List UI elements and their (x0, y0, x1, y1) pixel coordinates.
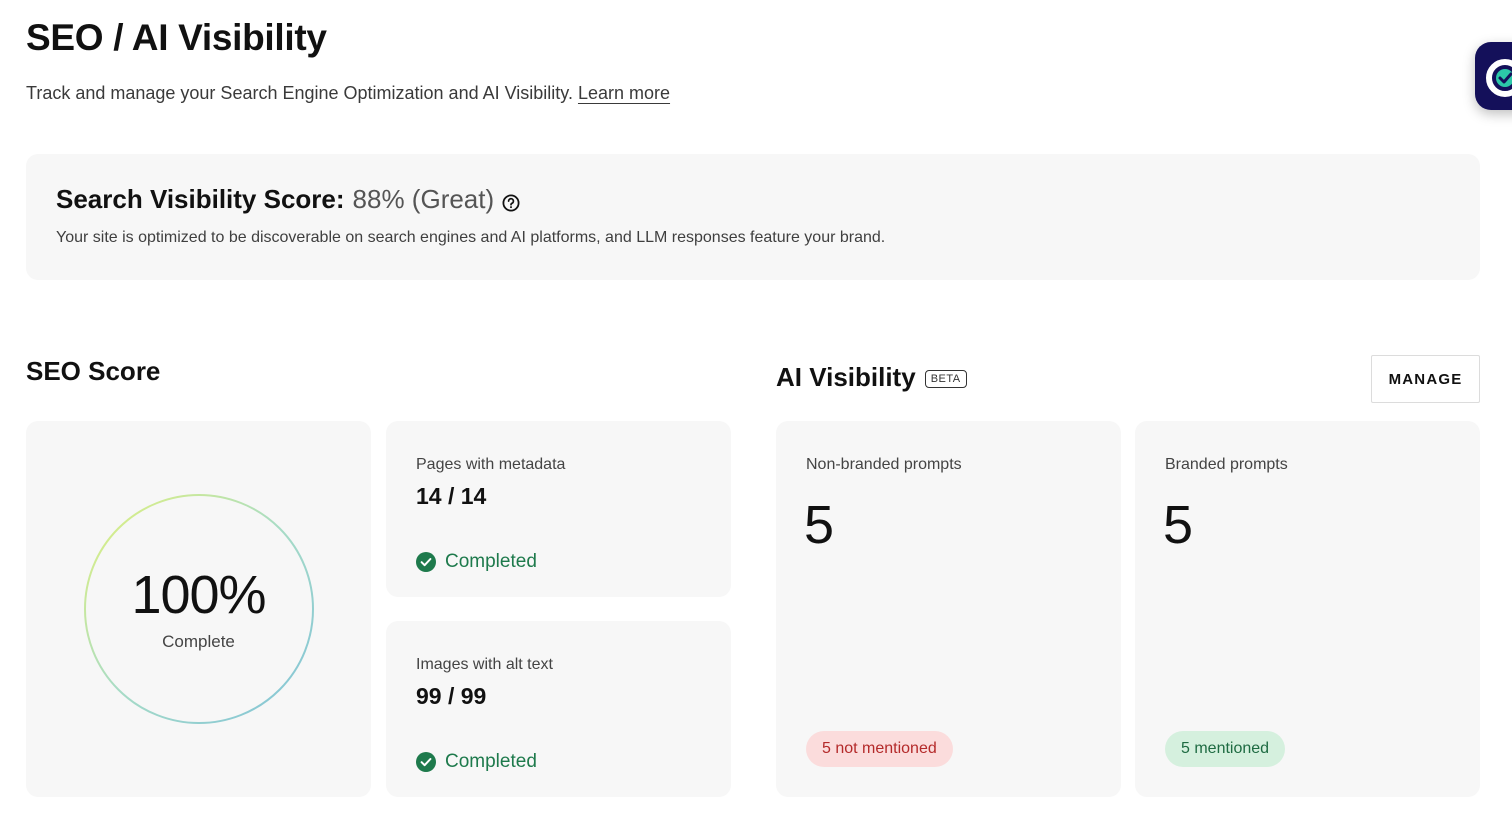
seo-score-card: 100% Complete (26, 421, 371, 797)
metadata-value: 14 / 14 (416, 483, 487, 509)
branded-prompts-card: Branded prompts 5 5 mentioned (1135, 421, 1480, 797)
metadata-status: Completed (416, 551, 537, 573)
learn-more-link[interactable]: Learn more (578, 83, 670, 103)
seo-score-value: 100% (131, 565, 266, 625)
branded-prompts-label: Branded prompts (1165, 456, 1288, 473)
alt-text-value: 99 / 99 (416, 683, 487, 709)
branded-prompts-count: 5 (1163, 495, 1194, 555)
ai-visibility-title-text: AI Visibility (776, 362, 916, 392)
metadata-card: Pages with metadata 14 / 14 Completed (386, 421, 731, 597)
non-branded-prompts-card: Non-branded prompts 5 5 not mentioned (776, 421, 1121, 797)
manage-button[interactable]: MANAGE (1371, 355, 1480, 403)
metadata-status-text: Completed (445, 551, 537, 572)
not-mentioned-badge: 5 not mentioned (806, 731, 953, 767)
help-widget-icon (1486, 59, 1512, 97)
help-circle-icon[interactable] (502, 186, 520, 212)
mentioned-badge: 5 mentioned (1165, 731, 1286, 767)
metadata-label: Pages with metadata (416, 456, 566, 473)
search-visibility-heading: Search Visibility Score: 88% (Great) (56, 182, 520, 216)
check-circle-icon (416, 552, 436, 572)
search-visibility-description: Your site is optimized to be discoverabl… (56, 229, 886, 246)
alt-text-status: Completed (416, 751, 537, 773)
non-branded-prompts-label: Non-branded prompts (806, 456, 962, 473)
ai-visibility-title: AI Visibility BETA (776, 360, 967, 394)
seo-score-title: SEO Score (26, 356, 161, 386)
page-subtitle-text: Track and manage your Search Engine Opti… (26, 83, 573, 103)
non-branded-prompts-count: 5 (804, 495, 835, 555)
alt-text-card: Images with alt text 99 / 99 Completed (386, 621, 731, 797)
search-visibility-label: Search Visibility Score: (56, 184, 345, 214)
alt-text-status-text: Completed (445, 751, 537, 772)
search-visibility-banner: Search Visibility Score: 88% (Great) You… (26, 154, 1480, 280)
seo-score-label: Complete (162, 632, 235, 651)
search-visibility-value: 88% (Great) (352, 184, 495, 214)
alt-text-label: Images with alt text (416, 656, 553, 673)
page-subtitle: Track and manage your Search Engine Opti… (26, 80, 670, 106)
help-widget-button[interactable] (1475, 42, 1512, 110)
beta-badge: BETA (924, 370, 967, 388)
page-title: SEO / AI Visibility (26, 17, 327, 58)
check-circle-icon (416, 752, 436, 772)
